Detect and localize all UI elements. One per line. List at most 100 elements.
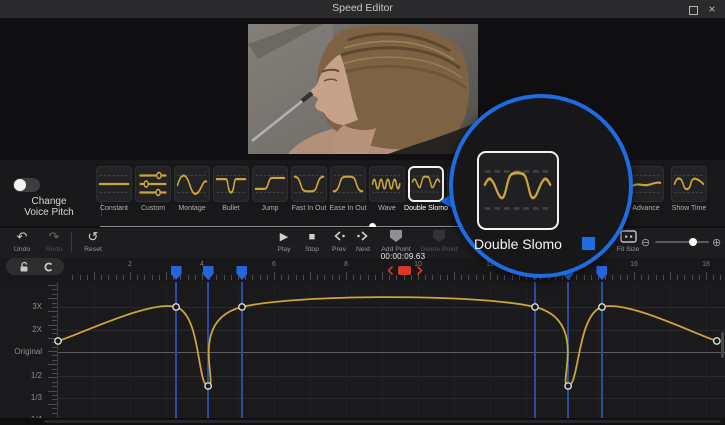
- preset-label: Fast In Out: [287, 205, 331, 212]
- ruler-tick: [360, 275, 361, 280]
- ruler-tick: [440, 275, 441, 280]
- next-icon: [351, 230, 375, 244]
- ruler-number: 18: [698, 261, 714, 268]
- ruler-tick: [216, 275, 217, 280]
- preset-thumb: [213, 166, 249, 202]
- ruler-tick: [584, 275, 585, 280]
- maximize-icon: [689, 6, 698, 15]
- horizontal-scrollbar[interactable]: [44, 420, 721, 423]
- close-button[interactable]: ×: [704, 2, 720, 16]
- ruler-tick: [353, 275, 354, 280]
- ruler-tick: [130, 272, 131, 280]
- maximize-button[interactable]: [685, 2, 701, 16]
- curve-mode-icon[interactable]: [42, 261, 54, 273]
- preset-thumb: [96, 166, 132, 202]
- playhead-head-icon[interactable]: [398, 266, 411, 275]
- magnified-curve-art: [479, 153, 556, 227]
- preset-item-constant[interactable]: Constant: [96, 166, 132, 212]
- preset-curve-art: [331, 167, 365, 201]
- reset-button[interactable]: ↺ Reset: [79, 230, 107, 253]
- stop-button[interactable]: ■ Stop: [299, 230, 325, 253]
- preset-item-montage[interactable]: Montage: [174, 166, 210, 212]
- next-button[interactable]: Next: [351, 230, 375, 253]
- ruler-tick: [346, 272, 347, 280]
- ruler-tick: [648, 275, 649, 280]
- preset-thumb: [628, 166, 664, 202]
- curve-point[interactable]: [599, 304, 605, 310]
- ruler-tick: [80, 275, 81, 280]
- curve-point[interactable]: [205, 383, 211, 389]
- right-scroll-nub[interactable]: [721, 332, 724, 358]
- playhead-prev-icon[interactable]: [387, 265, 394, 276]
- voice-pitch-toggle[interactable]: [13, 178, 40, 192]
- ruler-tick: [663, 275, 664, 280]
- preset-thumb: [671, 166, 707, 202]
- redo-icon: ↷: [40, 230, 68, 244]
- magnifier-corner-badge: [582, 237, 595, 250]
- ruler-tick: [432, 275, 433, 280]
- curve-point[interactable]: [714, 338, 720, 344]
- curve-point[interactable]: [55, 338, 61, 344]
- zoom-slider-track[interactable]: [655, 241, 709, 243]
- prev-button[interactable]: Prev: [327, 230, 351, 253]
- preset-thumb: [174, 166, 210, 202]
- speed-curve[interactable]: [0, 282, 725, 418]
- zoom-out-icon[interactable]: ⊖: [641, 236, 650, 249]
- ruler-tick: [281, 275, 282, 280]
- undo-button[interactable]: ↶ Undo: [8, 230, 36, 253]
- ruler-tick: [627, 275, 628, 280]
- preset-item-fast-in-out[interactable]: Fast In Out: [291, 166, 327, 212]
- ruler-tick: [411, 275, 412, 280]
- zoom-slider-handle[interactable]: [689, 238, 697, 246]
- voice-pitch-label-1: Change: [0, 196, 98, 207]
- ruler-tick: [224, 275, 225, 280]
- preset-label: Custom: [131, 205, 175, 212]
- ruler-tick: [332, 275, 333, 280]
- ruler-tick: [576, 275, 577, 280]
- ruler-tick: [497, 275, 498, 280]
- playhead-timecode: 00:00:09.63: [372, 252, 434, 261]
- curve-point[interactable]: [239, 304, 245, 310]
- curve-point[interactable]: [173, 304, 179, 310]
- preset-item-jump[interactable]: Jump: [252, 166, 288, 212]
- ruler-number: 2: [122, 261, 138, 268]
- ruler-tick: [288, 275, 289, 280]
- stop-icon: ■: [299, 230, 325, 244]
- curve-point[interactable]: [532, 304, 538, 310]
- ruler-tick: [94, 272, 95, 280]
- ruler-tick: [490, 272, 491, 280]
- ruler-tick: [641, 275, 642, 280]
- preset-curve-art: [214, 167, 248, 201]
- preset-item-double-slomo[interactable]: Double Slomo: [408, 166, 444, 212]
- ruler-tick: [634, 272, 635, 280]
- preset-item-ease-in-out[interactable]: Ease In Out: [330, 166, 366, 212]
- plus-badge-icon: +: [402, 231, 407, 245]
- ruler-tick: [317, 275, 318, 280]
- ruler-tick: [591, 275, 592, 280]
- preset-item-show-time[interactable]: Show Time: [671, 166, 707, 212]
- preset-item-wave[interactable]: Wave: [369, 166, 405, 212]
- ruler-tick: [87, 275, 88, 280]
- curve-point[interactable]: [565, 383, 571, 389]
- preset-thumb: [291, 166, 327, 202]
- reset-icon: ↺: [79, 230, 107, 244]
- ruler-tick: [656, 275, 657, 280]
- ruler-tick: [123, 275, 124, 280]
- playhead-next-icon[interactable]: [416, 265, 423, 276]
- prev-icon: [327, 230, 351, 244]
- zoom-in-icon[interactable]: ⊕: [712, 236, 721, 249]
- redo-button[interactable]: ↷ Redo: [40, 230, 68, 253]
- lock-icon[interactable]: [18, 261, 30, 273]
- play-button[interactable]: ▶ Play: [271, 230, 297, 253]
- ruler-tick: [195, 275, 196, 280]
- magnified-preset-thumb[interactable]: [477, 151, 559, 230]
- ruler-tick: [296, 275, 297, 280]
- preset-item-bullet[interactable]: Bullet: [213, 166, 249, 212]
- toggle-knob-icon: [14, 179, 26, 191]
- video-preview[interactable]: [248, 24, 478, 154]
- add-point-button[interactable]: + Add Point: [378, 230, 414, 253]
- ruler-tick: [137, 275, 138, 280]
- ruler-tick: [382, 272, 383, 280]
- preset-item-custom[interactable]: Custom: [135, 166, 171, 212]
- preset-item-advance[interactable]: Advance: [628, 166, 664, 212]
